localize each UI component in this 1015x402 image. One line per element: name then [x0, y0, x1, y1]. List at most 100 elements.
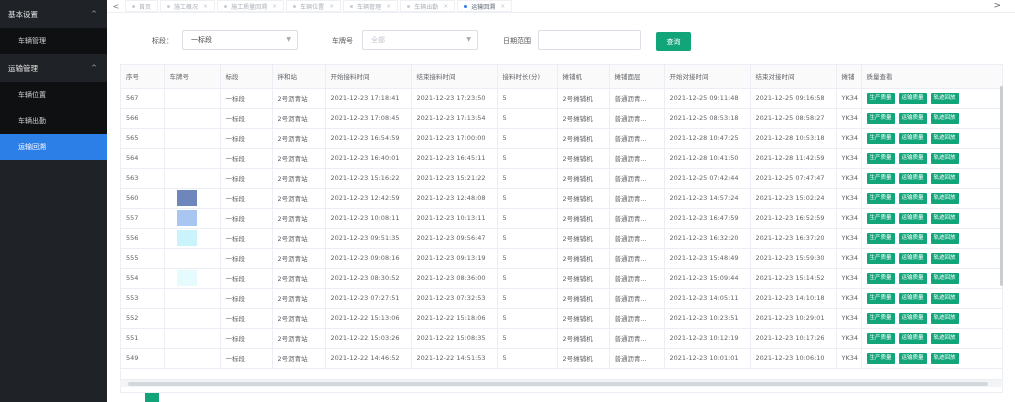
tab-dot-icon [407, 4, 411, 8]
track-playback-button[interactable]: 轨迹回放 [930, 272, 959, 284]
production-quality-button[interactable]: 生产质量 [866, 232, 895, 244]
table-cell: 2021-12-25 09:16:58 [750, 88, 837, 109]
transport-quality-button[interactable]: 运输质量 [898, 252, 927, 264]
tab-0[interactable]: 首页 [125, 0, 159, 12]
track-playback-button[interactable]: 轨迹回放 [930, 132, 959, 144]
tabs-prev-icon[interactable]: < [107, 2, 125, 11]
transport-quality-button[interactable]: 运输质量 [898, 132, 927, 144]
close-icon[interactable]: × [386, 3, 391, 10]
sidebar-item-vehicle-location[interactable]: 车辆位置 [0, 82, 107, 108]
transport-quality-button[interactable]: 运输质量 [898, 332, 927, 344]
transport-quality-button[interactable]: 运输质量 [898, 232, 927, 244]
section-select[interactable]: 一标段 ▼ [182, 30, 298, 50]
production-quality-button[interactable]: 生产质量 [866, 192, 895, 204]
transport-quality-button[interactable]: 运输质量 [898, 352, 927, 364]
table-cell: 2021-12-22 15:08:35 [411, 328, 498, 349]
track-playback-button[interactable]: 轨迹回放 [930, 232, 959, 244]
tab-4[interactable]: 车辆管理 × [343, 0, 399, 12]
production-quality-button[interactable]: 生产质量 [866, 212, 895, 224]
track-playback-button[interactable]: 轨迹回放 [930, 212, 959, 224]
close-icon[interactable]: × [443, 3, 448, 10]
date-range-input[interactable] [538, 30, 641, 50]
track-playback-button[interactable]: 轨迹回放 [930, 312, 959, 324]
transport-quality-button[interactable]: 运输质量 [898, 292, 927, 304]
vertical-scrollbar[interactable] [1000, 86, 1003, 286]
table-cell: YK34 [836, 188, 862, 209]
column-header: 车牌号 [164, 65, 221, 89]
transport-quality-button[interactable]: 运输质量 [898, 272, 927, 284]
table-cell: 567 [121, 88, 165, 109]
sidebar-group-label: 基本设置 [8, 9, 38, 19]
track-playback-button[interactable]: 轨迹回放 [930, 352, 959, 364]
tab-1[interactable]: 施工概况 × [160, 0, 216, 12]
transport-quality-button[interactable]: 运输质量 [898, 172, 927, 184]
track-playback-button[interactable]: 轨迹回放 [930, 92, 959, 104]
tabs-next-icon[interactable]: > [993, 1, 1001, 11]
table-cell: 2号摊铺机 [557, 128, 610, 149]
table-cell [164, 88, 221, 109]
sidebar-item-vehicle-management[interactable]: 车辆管理 [0, 28, 107, 54]
track-playback-button[interactable]: 轨迹回放 [930, 112, 959, 124]
transport-quality-button[interactable]: 运输质量 [898, 312, 927, 324]
table-cell: 2号沥青站 [272, 208, 326, 229]
table-cell: 2号沥青站 [272, 108, 326, 129]
tab-3[interactable]: 车辆位置 × [286, 0, 342, 12]
table-row: 555 一标段 2号沥青站 2021-12-23 09:08:16 2021-12-23… [121, 248, 1002, 269]
horizontal-scrollbar[interactable] [120, 379, 1003, 387]
tab-6[interactable]: 运输回溯 × [457, 0, 513, 12]
scrollbar-thumb[interactable] [128, 382, 988, 386]
table-row: 563 一标段 2号沥青站 2021-12-23 15:16:22 2021-12-23… [121, 168, 1002, 189]
close-icon[interactable]: × [203, 3, 208, 10]
close-icon[interactable]: × [500, 3, 505, 10]
production-quality-button[interactable]: 生产质量 [866, 132, 895, 144]
tab-2[interactable]: 施工质量回溯 × [217, 0, 285, 12]
redacted-plate-block [176, 210, 197, 226]
production-quality-button[interactable]: 生产质量 [866, 112, 895, 124]
table-cell: 2021-12-23 15:02:24 [750, 188, 837, 209]
transport-quality-button[interactable]: 运输质量 [898, 212, 927, 224]
close-icon[interactable]: × [329, 3, 334, 10]
table-cell: 2021-12-23 09:08:16 [325, 248, 412, 269]
column-header: 开始对接时间 [664, 65, 751, 89]
table-row: 564 一标段 2号沥青站 2021-12-23 16:40:01 2021-12-23… [121, 148, 1002, 169]
track-playback-button[interactable]: 轨迹回放 [930, 332, 959, 344]
transport-quality-button[interactable]: 运输质量 [898, 92, 927, 104]
plate-select[interactable]: 全部 ▼ [362, 30, 478, 50]
transport-quality-button[interactable]: 运输质量 [898, 192, 927, 204]
table-cell: 5 [497, 108, 558, 129]
production-quality-button[interactable]: 生产质量 [866, 312, 895, 324]
track-playback-button[interactable]: 轨迹回放 [930, 152, 959, 164]
sidebar-item-label: 车辆位置 [18, 91, 46, 99]
track-playback-button[interactable]: 轨迹回放 [930, 172, 959, 184]
tab-dot-icon [350, 4, 354, 8]
table-cell: 2021-12-28 10:53:18 [750, 128, 837, 149]
table-cell: 554 [121, 268, 165, 289]
table-cell: 5 [497, 268, 558, 289]
table-cell: 2021-12-23 17:13:54 [411, 108, 498, 129]
close-icon[interactable]: × [272, 3, 277, 10]
track-playback-button[interactable]: 轨迹回放 [930, 192, 959, 204]
track-playback-button[interactable]: 轨迹回放 [930, 292, 959, 304]
production-quality-button[interactable]: 生产质量 [866, 172, 895, 184]
sidebar-group-transport-management[interactable]: 运输管理 ^ [0, 54, 107, 82]
production-quality-button[interactable]: 生产质量 [866, 252, 895, 264]
table-cell: 普通沥青... [609, 328, 665, 349]
production-quality-button[interactable]: 生产质量 [866, 272, 895, 284]
track-playback-button[interactable]: 轨迹回放 [930, 252, 959, 264]
pagination-current-page[interactable] [145, 393, 159, 402]
sidebar-group-basic-settings[interactable]: 基本设置 ^ [0, 0, 107, 28]
tab-5[interactable]: 车辆出勤 × [400, 0, 456, 12]
production-quality-button[interactable]: 生产质量 [866, 292, 895, 304]
query-button[interactable]: 查询 [656, 32, 691, 51]
sidebar-item-transport-trace[interactable]: 运输回溯 [0, 134, 107, 160]
transport-quality-button[interactable]: 运输质量 [898, 152, 927, 164]
transport-quality-button[interactable]: 运输质量 [898, 112, 927, 124]
table-cell: 2021-12-22 15:13:06 [325, 308, 412, 329]
production-quality-button[interactable]: 生产质量 [866, 152, 895, 164]
production-quality-button[interactable]: 生产质量 [866, 352, 895, 364]
production-quality-button[interactable]: 生产质量 [866, 92, 895, 104]
sidebar-item-vehicle-attendance[interactable]: 车辆出勤 [0, 108, 107, 134]
tab-dot-icon [224, 4, 228, 8]
table-cell: 普通沥青... [609, 248, 665, 269]
production-quality-button[interactable]: 生产质量 [866, 332, 895, 344]
